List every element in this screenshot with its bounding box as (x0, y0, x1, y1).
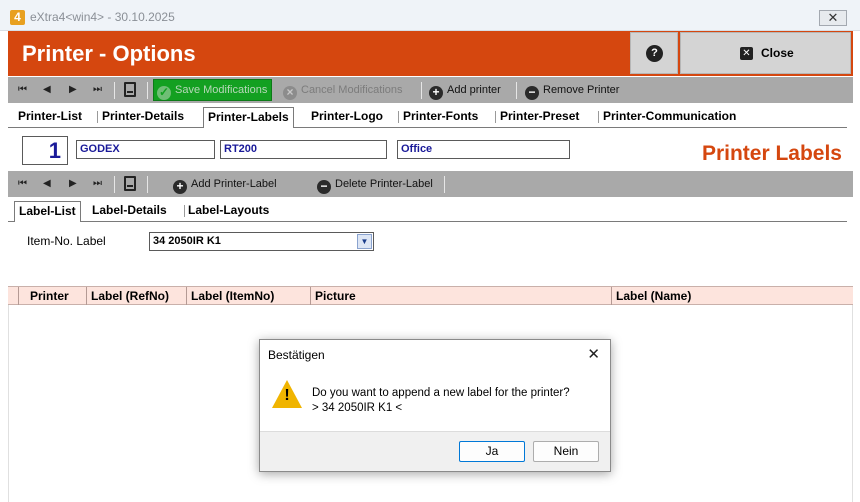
app-logo-icon: 4 (10, 10, 25, 25)
grid-border-right (852, 305, 853, 502)
labels-grid-header: Printer Label (RefNo) Label (ItemNo) Pic… (8, 286, 853, 305)
dialog-message-line-1: Do you want to append a new label for th… (312, 387, 570, 399)
next-record-icon[interactable]: ▶ (69, 84, 77, 95)
item-no-select[interactable]: 34 2050IR K1 ▼ (149, 232, 374, 251)
first-label-icon[interactable]: ⏮ (18, 178, 27, 189)
previous-record-icon[interactable]: ◀ (43, 84, 51, 95)
toolbar-divider (114, 82, 115, 99)
printer-location-field: Office (397, 140, 570, 159)
window-title: eXtra4<win4> - 30.10.2025 (30, 10, 175, 24)
item-no-value: 34 2050IR K1 (153, 235, 221, 247)
save-modifications-button[interactable]: ✓ Save Modifications (153, 79, 273, 101)
help-icon: ? (646, 45, 663, 62)
delete-printer-label-button[interactable]: − Delete Printer-Label (317, 175, 433, 194)
chevron-down-icon[interactable]: ▼ (357, 234, 372, 249)
column-header-label-itemno[interactable]: Label (ItemNo) (186, 287, 310, 305)
last-label-icon[interactable]: ⏭ (93, 178, 102, 189)
cancel-icon: × (283, 86, 297, 100)
save-modifications-label: Save Modifications (175, 84, 268, 96)
tab-printer-logo[interactable]: Printer-Logo (307, 107, 387, 127)
save-icon: ✓ (157, 85, 171, 100)
tab-label-details[interactable]: Label-Details (88, 201, 171, 221)
window-close-button[interactable]: ✕ (819, 10, 847, 26)
dialog-footer: Ja Nein (260, 431, 610, 471)
column-header-picture[interactable]: Picture (310, 287, 611, 305)
tab-printer-labels[interactable]: Printer-Labels (203, 107, 294, 128)
minus-icon: − (525, 86, 539, 100)
label-subtabs: Label-List Label-Details Label-Layouts (8, 201, 847, 222)
page-caption: Printer Labels (701, 142, 842, 165)
no-button[interactable]: Nein (533, 441, 599, 462)
warning-icon-mark: ! (284, 387, 290, 404)
toolbar-divider (516, 82, 517, 99)
remove-printer-label: Remove Printer (543, 84, 620, 96)
tab-printer-fonts[interactable]: Printer-Fonts (399, 107, 482, 127)
column-header-label-refno[interactable]: Label (RefNo) (86, 287, 186, 305)
printer-model-field: RT200 (220, 140, 387, 159)
column-header-label-name[interactable]: Label (Name) (611, 287, 853, 305)
dialog-title: Bestätigen (268, 348, 325, 362)
main-toolbar: ⏮ ◀ ▶ ⏭ ✓ Save Modifications × Cancel Modi… (8, 77, 853, 103)
tab-printer-communication[interactable]: Printer-Communication (599, 107, 740, 127)
plus-icon: + (429, 86, 443, 100)
first-record-icon[interactable]: ⏮ (18, 84, 27, 95)
add-printer-label-label: Add Printer-Label (191, 178, 277, 190)
remove-printer-button[interactable]: − Remove Printer (525, 81, 619, 100)
previous-label-icon[interactable]: ◀ (43, 178, 51, 189)
toolbar-divider (444, 176, 445, 193)
page-title: Printer - Options (22, 41, 196, 66)
printer-number: 1 (22, 136, 68, 165)
next-label-icon[interactable]: ▶ (69, 178, 77, 189)
cancel-modifications-button[interactable]: × Cancel Modifications (283, 81, 403, 100)
delete-printer-label-label: Delete Printer-Label (335, 178, 433, 190)
toolbar-divider (421, 82, 422, 99)
cancel-modifications-label: Cancel Modifications (301, 84, 403, 96)
dialog-message-line-2: > 34 2050IR K1 < (312, 402, 403, 414)
dialog-close-button[interactable]: ✕ (587, 345, 600, 363)
tab-printer-list[interactable]: Printer-List (14, 107, 86, 127)
column-header-printer[interactable]: Printer (18, 287, 86, 305)
add-printer-label: Add printer (447, 84, 501, 96)
dialog-body: ! Do you want to append a new label for … (260, 370, 610, 431)
add-printer-button[interactable]: + Add printer (429, 81, 501, 100)
tab-label-layouts[interactable]: Label-Layouts (184, 201, 273, 221)
toolbar-divider (147, 82, 148, 99)
grid-border-left (8, 305, 9, 502)
tab-baseline (8, 127, 847, 128)
printer-brand-field: GODEX (76, 140, 215, 159)
item-no-label: Item-No. Label (27, 234, 106, 248)
window-titlebar: 4 eXtra4<win4> - 30.10.2025 ✕ (0, 0, 860, 31)
plus-icon: + (173, 180, 187, 194)
dialog-message: Do you want to append a new label for th… (312, 386, 570, 416)
tab-printer-details[interactable]: Printer-Details (98, 107, 188, 127)
page-header: Printer - Options ? ✕ Close (8, 31, 853, 76)
tab-baseline (8, 221, 847, 222)
main-tabs: Printer-List Printer-Details Printer-Lab… (8, 107, 847, 128)
record-view-icon[interactable] (124, 82, 136, 97)
last-record-icon[interactable]: ⏭ (93, 84, 102, 95)
close-icon: ✕ (740, 47, 753, 60)
minus-icon: − (317, 180, 331, 194)
help-button[interactable]: ? (630, 32, 678, 74)
add-printer-label-button[interactable]: + Add Printer-Label (173, 175, 277, 194)
toolbar-divider (114, 176, 115, 193)
label-toolbar: ⏮ ◀ ▶ ⏭ + Add Printer-Label − Delete Print… (8, 171, 853, 197)
tab-label-list[interactable]: Label-List (14, 201, 81, 222)
tab-printer-preset[interactable]: Printer-Preset (496, 107, 583, 127)
close-label: Close (761, 46, 794, 60)
close-button[interactable]: ✕ Close (680, 32, 851, 74)
toolbar-divider (147, 176, 148, 193)
label-view-icon[interactable] (124, 176, 136, 191)
confirm-dialog: Bestätigen ✕ ! Do you want to append a n… (259, 339, 611, 472)
yes-button[interactable]: Ja (459, 441, 525, 462)
